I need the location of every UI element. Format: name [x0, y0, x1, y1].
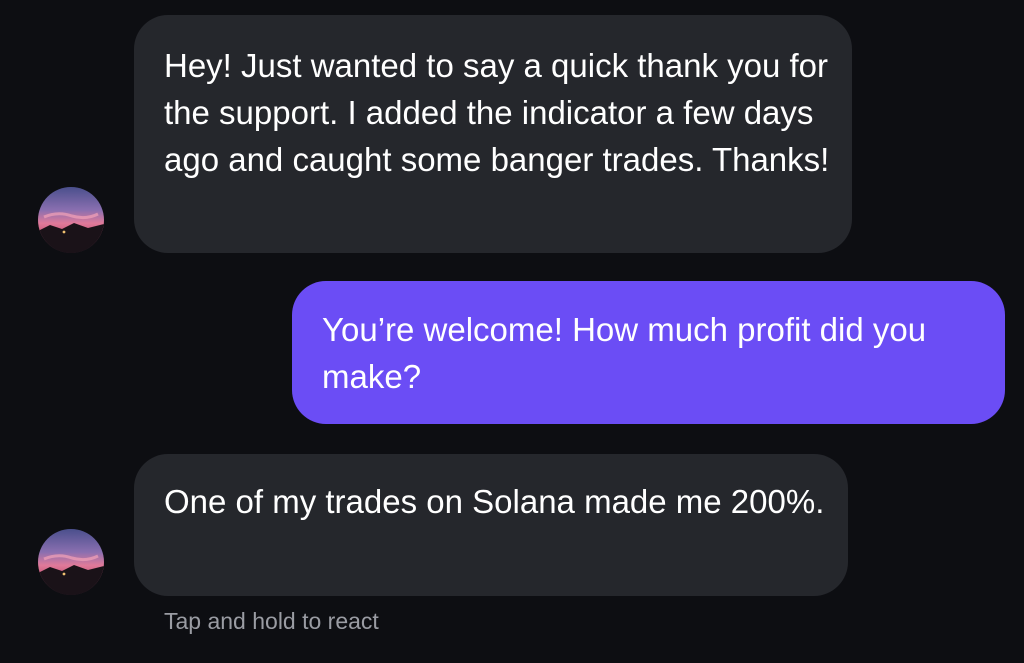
- reaction-hint: Tap and hold to react: [164, 608, 379, 634]
- sender-avatar[interactable]: [38, 529, 104, 595]
- message-text: You’re welcome! How much profit did you …: [322, 311, 927, 395]
- sunset-photo-icon: [38, 187, 104, 253]
- incoming-message-bubble[interactable]: One of my trades on Solana made me 200%.: [134, 454, 848, 596]
- sender-avatar[interactable]: [38, 187, 104, 253]
- outgoing-message-bubble[interactable]: You’re welcome! How much profit did you …: [292, 281, 1005, 424]
- message-text: Hey! Just wanted to say a quick thank yo…: [164, 47, 830, 178]
- sunset-photo-icon: [38, 529, 104, 595]
- message-text: One of my trades on Solana made me 200%.: [164, 483, 825, 520]
- incoming-message-bubble[interactable]: Hey! Just wanted to say a quick thank yo…: [134, 15, 852, 253]
